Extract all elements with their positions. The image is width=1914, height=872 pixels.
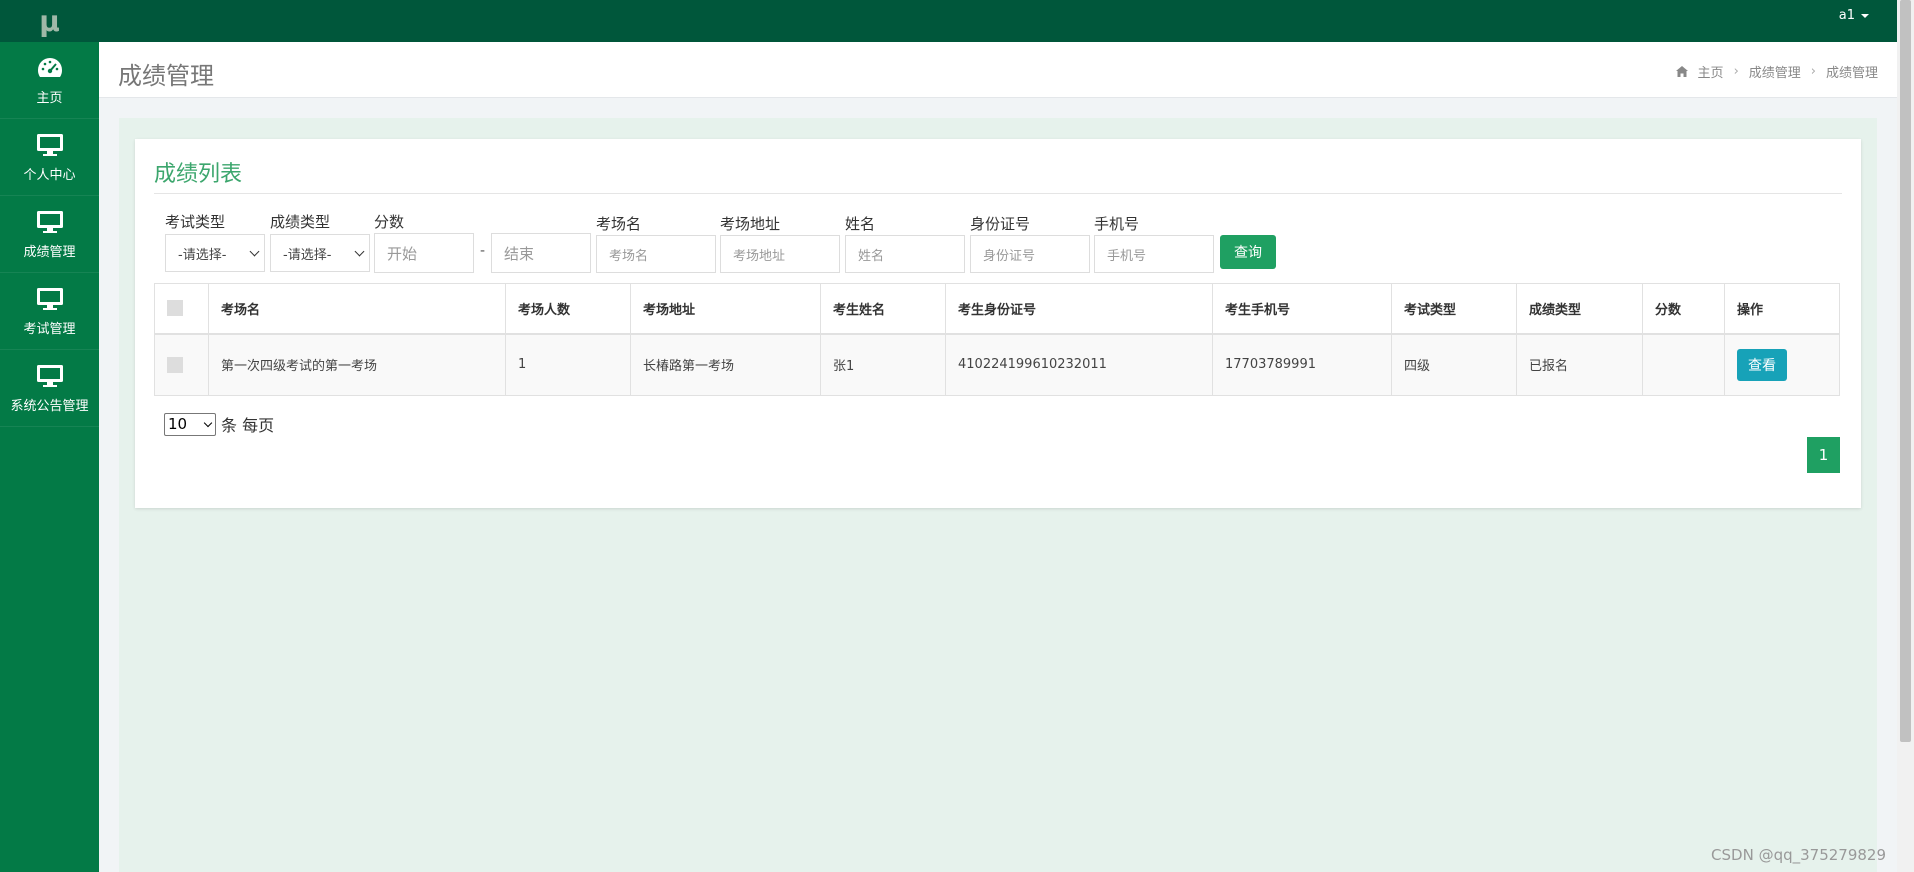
cell-score-type: 已报名 <box>1516 333 1643 396</box>
col-score: 分数 <box>1642 283 1725 335</box>
breadcrumb-home[interactable]: 主页 <box>1698 62 1724 81</box>
home-icon <box>1675 66 1688 77</box>
breadcrumb: 主页 › 成绩管理 › 成绩管理 <box>1675 62 1878 81</box>
sidebar-item-label: 个人中心 <box>23 167 76 183</box>
dashboard-icon <box>37 57 62 77</box>
col-score-type: 成绩类型 <box>1516 283 1643 335</box>
col-id-number: 考生身份证号 <box>945 283 1213 335</box>
venue-input[interactable]: 考场名 <box>596 235 716 273</box>
top-bar: a1 <box>99 0 1897 42</box>
score-label: 分数 <box>374 213 405 231</box>
score-type-value: -请选择- <box>283 247 332 263</box>
query-button[interactable]: 查询 <box>1220 235 1276 269</box>
score-type-label: 成绩类型 <box>270 213 331 231</box>
address-input[interactable]: 考场地址 <box>720 235 840 273</box>
page-title: 成绩管理 <box>118 62 214 90</box>
row-checkbox[interactable] <box>167 356 183 373</box>
sidebar-item-label: 系统公告管理 <box>10 398 89 414</box>
chevron-down-icon <box>249 246 260 256</box>
page-size-value: 10 <box>168 415 188 433</box>
breadcrumb-item[interactable]: 成绩管理 <box>1749 62 1801 81</box>
monitor-icon <box>36 133 63 156</box>
chevron-down-icon <box>203 418 213 427</box>
venue-label: 考场名 <box>596 215 642 233</box>
sidebar-item-profile[interactable]: 个人中心 <box>0 119 99 196</box>
col-venue: 考场名 <box>208 283 506 335</box>
score-range-separator: - <box>480 243 486 259</box>
cell-name: 张1 <box>820 333 946 396</box>
divider <box>154 193 1842 194</box>
score-type-select[interactable]: -请选择- <box>270 234 370 272</box>
monitor-icon <box>36 210 63 233</box>
col-name: 考生姓名 <box>820 283 946 335</box>
score-list-card: 成绩列表 考试类型 成绩类型 分数 考场名 考场地址 姓名 身份证号 手机号 -… <box>135 139 1861 508</box>
score-end-input[interactable]: 结束 <box>491 233 591 273</box>
sidebar-item-label: 成绩管理 <box>23 244 76 260</box>
sidebar-item-announcements[interactable]: 系统公告管理 <box>0 350 99 427</box>
cell-id-number: 410224199610232011 <box>945 333 1213 396</box>
breadcrumb-current: 成绩管理 <box>1825 66 1878 81</box>
page-header: 成绩管理 主页 › 成绩管理 › 成绩管理 <box>99 42 1897 98</box>
select-all-cell <box>154 283 209 335</box>
chevron-right-icon: › <box>1810 64 1816 79</box>
sidebar-item-scores[interactable]: 成绩管理 <box>0 196 99 273</box>
col-exam-type: 考试类型 <box>1391 283 1517 335</box>
page-size-select[interactable]: 10 <box>164 412 216 436</box>
card-title: 成绩列表 <box>154 162 243 187</box>
caret-down-icon <box>1861 13 1869 18</box>
cell-score <box>1642 333 1725 396</box>
name-label: 姓名 <box>845 215 876 233</box>
cell-phone: 17703789991 <box>1212 333 1392 396</box>
sidebar-item-exams[interactable]: 考试管理 <box>0 273 99 350</box>
address-label: 考场地址 <box>720 215 781 233</box>
cell-action: 查看 <box>1724 333 1840 396</box>
view-button[interactable]: 查看 <box>1737 348 1787 381</box>
chevron-down-icon <box>354 246 365 256</box>
row-select-cell <box>154 333 209 396</box>
score-start-input[interactable]: 开始 <box>374 233 474 273</box>
table-row: 第一次四级考试的第一考场 1 长椿路第一考场 张1 41022419961023… <box>154 333 1840 396</box>
username: a1 <box>1838 8 1855 23</box>
col-address: 考场地址 <box>630 283 821 335</box>
page-1-button[interactable]: 1 <box>1807 437 1840 473</box>
sidebar-item-label: 主页 <box>36 90 63 106</box>
cell-exam-type: 四级 <box>1391 333 1517 396</box>
monitor-icon <box>36 287 63 310</box>
vertical-scrollbar[interactable] <box>1897 0 1914 872</box>
user-menu[interactable]: a1 <box>1839 8 1869 23</box>
col-phone: 考生手机号 <box>1212 283 1392 335</box>
name-input[interactable]: 姓名 <box>845 235 965 273</box>
table-header-row: 考场名 考场人数 考场地址 考生姓名 考生身份证号 考生手机号 考试类型 成绩类… <box>154 283 1840 335</box>
watermark: CSDN @qq_375279829 <box>1711 846 1886 864</box>
sidebar-item-label: 考试管理 <box>23 321 76 337</box>
select-all-checkbox[interactable] <box>167 300 183 317</box>
score-table: 考场名 考场人数 考场地址 考生姓名 考生身份证号 考生手机号 考试类型 成绩类… <box>154 283 1840 396</box>
page-size-control: 10 条 每页 <box>164 412 274 436</box>
cell-venue: 第一次四级考试的第一考场 <box>208 333 506 396</box>
scrollbar-thumb[interactable] <box>1900 0 1911 742</box>
chevron-right-icon: › <box>1733 64 1739 79</box>
logo[interactable]: μ <box>0 0 99 42</box>
sidebar: μ 主页 个人中心 成绩管理 考试管理 系统公告管理 <box>0 0 99 872</box>
exam-type-label: 考试类型 <box>165 213 226 231</box>
monitor-icon <box>36 364 63 387</box>
exam-type-select[interactable]: -请选择- <box>165 234 265 272</box>
page-size-suffix: 条 每页 <box>221 416 275 435</box>
col-action: 操作 <box>1724 283 1840 335</box>
cell-count: 1 <box>505 333 631 396</box>
phone-label: 手机号 <box>1094 215 1140 233</box>
id-label: 身份证号 <box>970 215 1031 233</box>
cell-address: 长椿路第一考场 <box>630 333 821 396</box>
phone-input[interactable]: 手机号 <box>1094 235 1214 273</box>
exam-type-value: -请选择- <box>178 247 227 263</box>
sidebar-item-home[interactable]: 主页 <box>0 42 99 119</box>
col-count: 考场人数 <box>505 283 631 335</box>
id-number-input[interactable]: 身份证号 <box>970 235 1090 273</box>
